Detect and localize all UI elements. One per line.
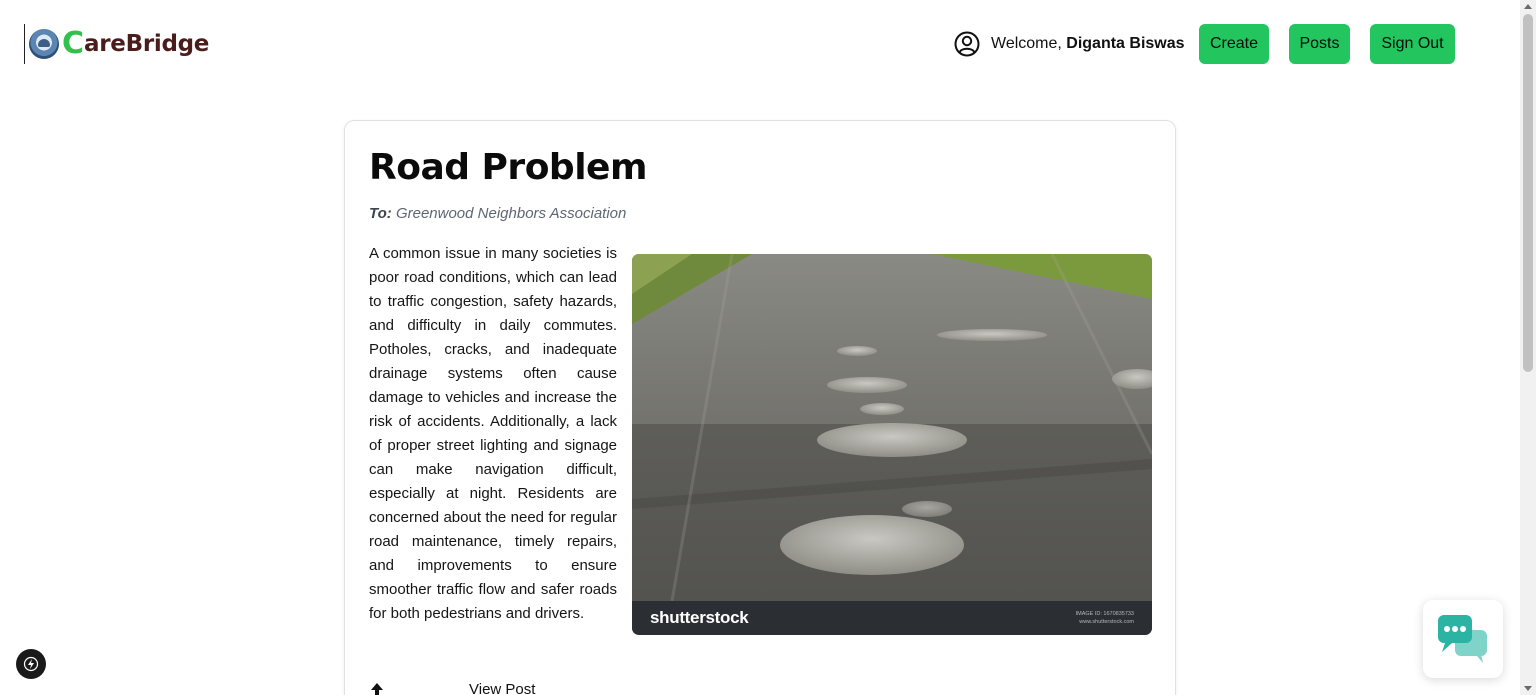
arrow-up-icon[interactable] (369, 682, 385, 695)
watermark-image-id: IMAGE ID: 1670835733 (1075, 611, 1134, 617)
watermark-id: IMAGE ID: 1670835733 www.shutterstock.co… (1076, 610, 1134, 626)
watermark-brand: shutterstock (650, 608, 749, 627)
road-potholes-image (632, 254, 1152, 601)
user-greeting: Welcome, Diganta Biswas (954, 31, 1185, 57)
lightning-bolt-icon[interactable] (16, 649, 46, 679)
sign-out-button[interactable]: Sign Out (1370, 24, 1455, 64)
scrollbar-thumb[interactable] (1523, 14, 1533, 372)
recipient-value: Greenwood Neighbors Association (395, 205, 627, 222)
post-image: shutterstock IMAGE ID: 1670835733 www.sh… (632, 254, 1152, 635)
user-circle-icon[interactable] (954, 31, 980, 57)
logo-wordmark: areBridge (84, 30, 210, 57)
post-recipient: To: Greenwood Neighbors Association (369, 205, 626, 222)
posts-button[interactable]: Posts (1289, 24, 1350, 64)
post-title: Road Problem (369, 147, 647, 188)
recipient-label: To: (369, 205, 392, 222)
post-actions: View Post (369, 681, 535, 695)
view-post-link[interactable]: View Post (469, 681, 535, 695)
welcome-text: Welcome, (991, 35, 1067, 52)
chat-widget-button[interactable] (1423, 600, 1503, 678)
chat-bubbles-icon (1438, 615, 1487, 663)
image-watermark-bar: shutterstock IMAGE ID: 1670835733 www.sh… (632, 601, 1152, 635)
page-scrollbar[interactable] (1520, 0, 1536, 695)
create-button[interactable]: Create (1199, 24, 1269, 64)
logo-letter: C (62, 26, 85, 61)
logo-emblem-icon (29, 29, 59, 59)
watermark-site: www.shutterstock.com (1079, 619, 1134, 625)
scroll-down-arrow-icon[interactable] (1524, 686, 1532, 691)
post-card: Road Problem To: Greenwood Neighbors Ass… (344, 120, 1176, 695)
site-header: C areBridge Welcome, Diganta Biswas Crea… (0, 0, 1520, 90)
scroll-up-arrow-icon[interactable] (1524, 4, 1532, 9)
carebridge-logo[interactable]: C areBridge (24, 24, 209, 64)
post-body: A common issue in many societies is poor… (369, 245, 617, 622)
user-name: Diganta Biswas (1066, 35, 1185, 52)
